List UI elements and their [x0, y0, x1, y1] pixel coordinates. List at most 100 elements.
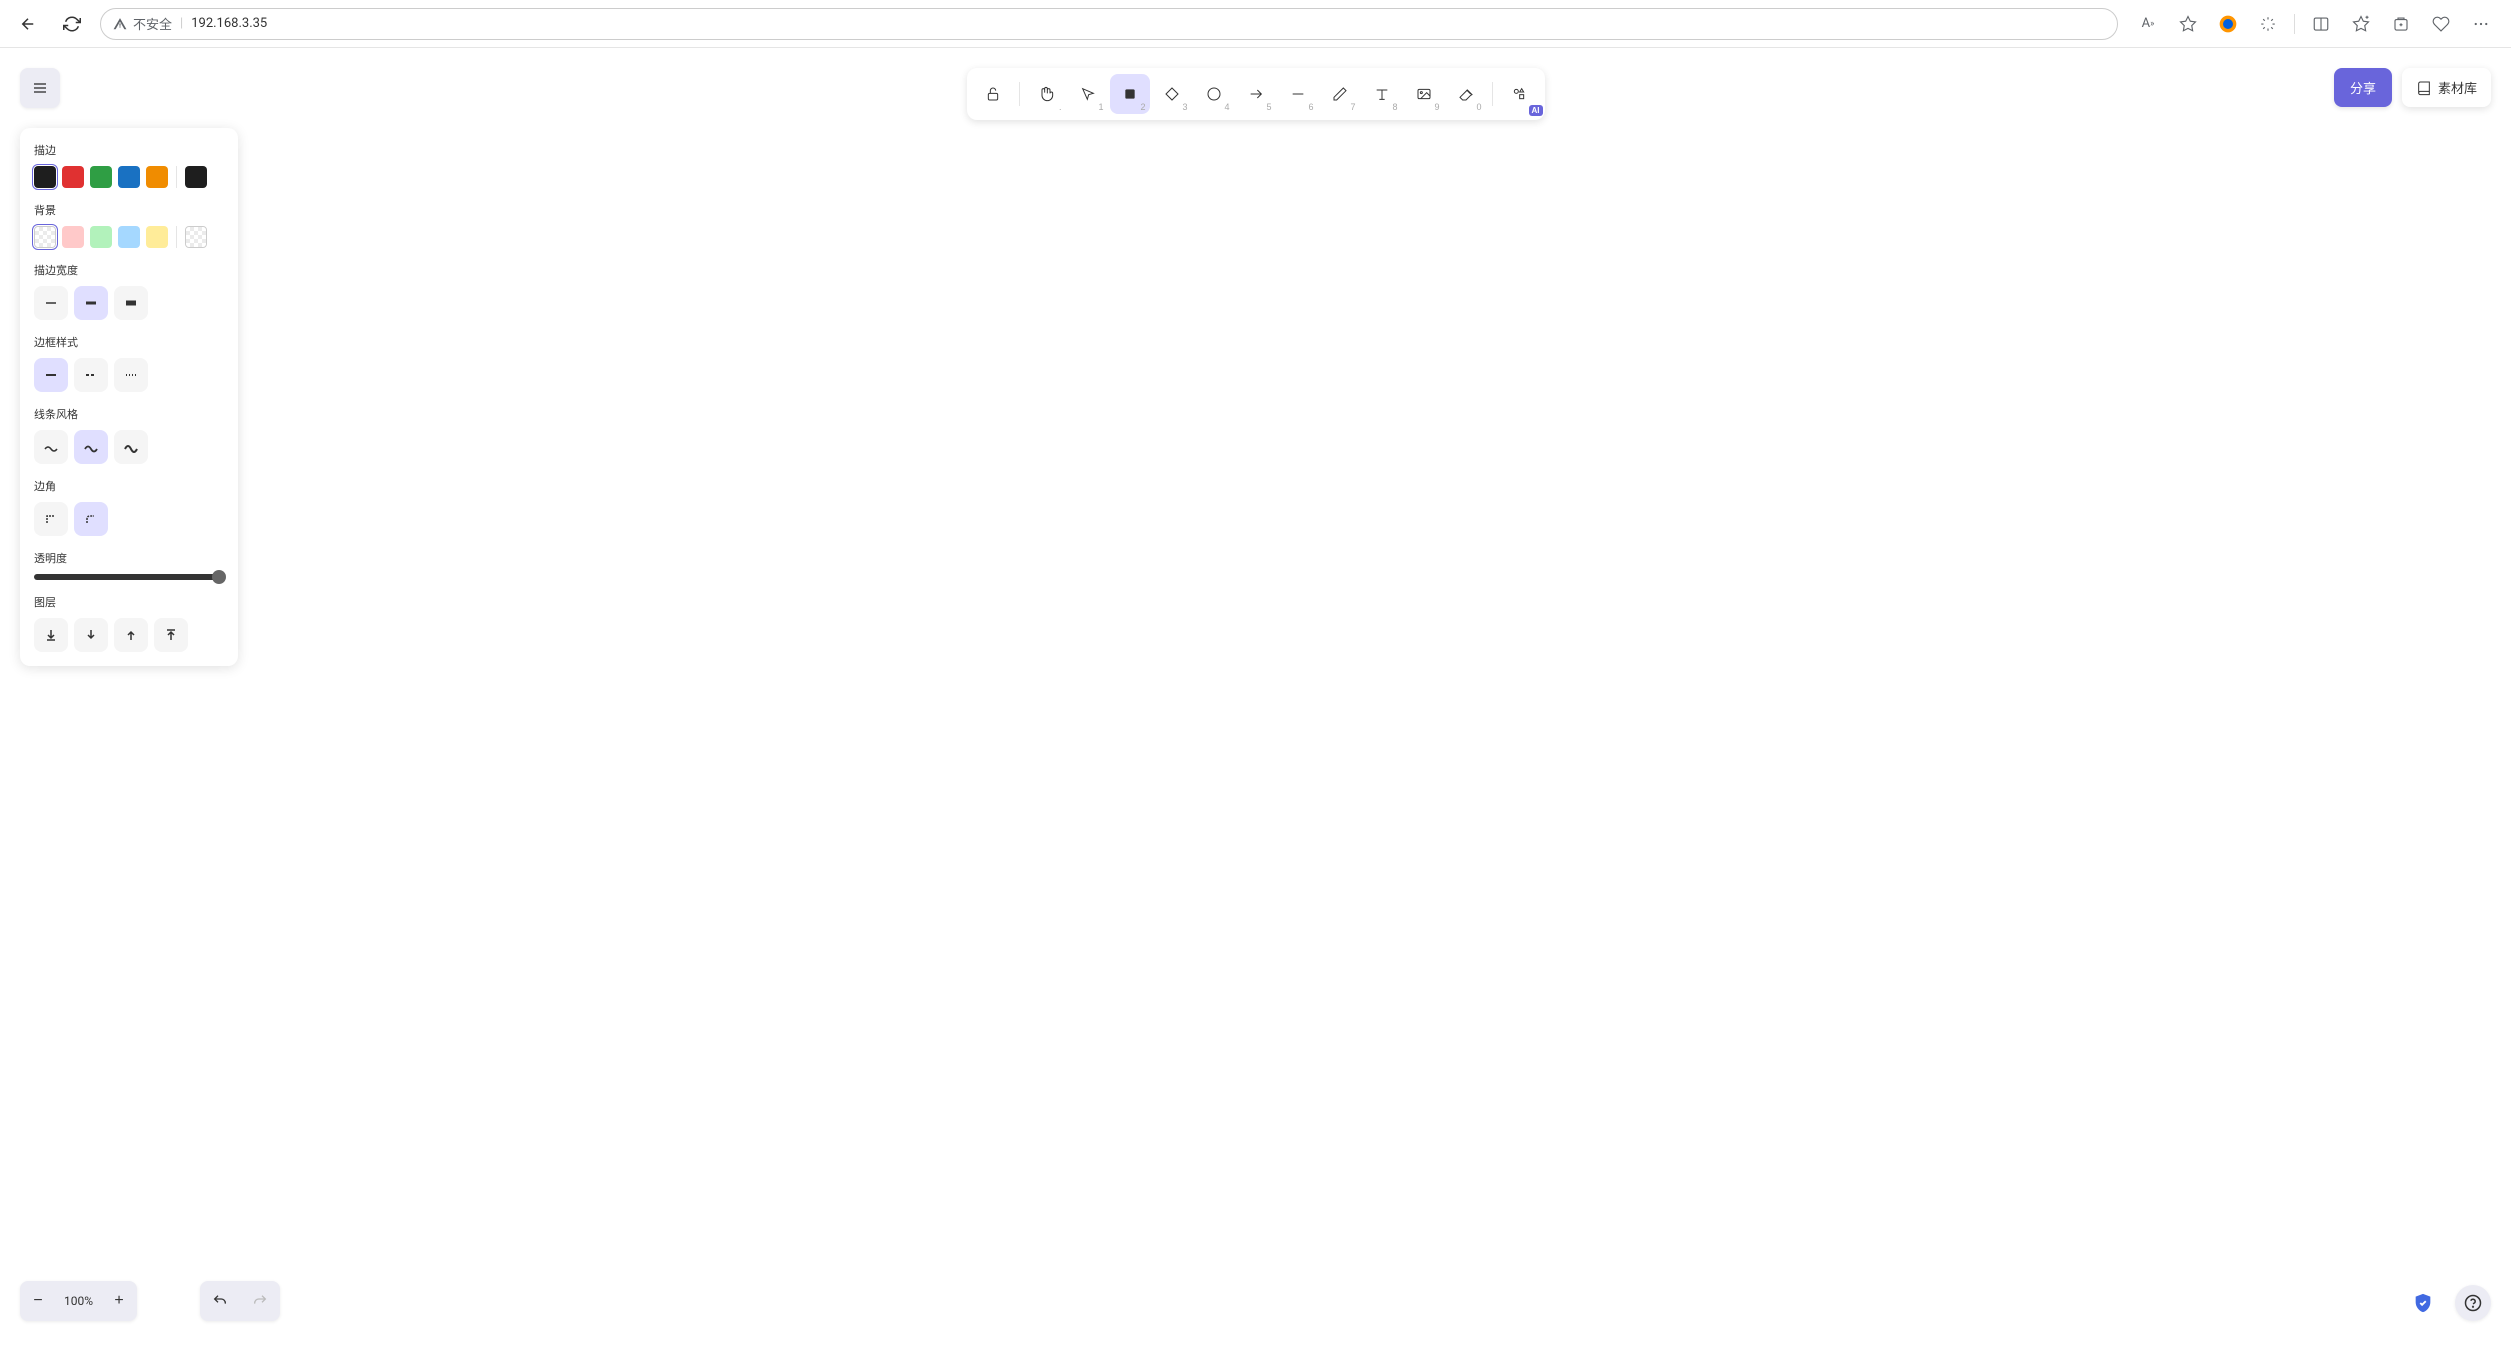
line-tool[interactable]: 6 [1278, 74, 1318, 114]
library-button[interactable]: 素材库 [2402, 68, 2491, 107]
bg-color-green[interactable] [90, 226, 112, 248]
zoom-out-button[interactable]: − [20, 1281, 56, 1321]
stroke-color-custom[interactable] [185, 166, 207, 188]
stroke-width-thin[interactable] [34, 286, 68, 320]
collections-button[interactable] [2383, 8, 2419, 40]
opacity-section: 透明度 [34, 550, 224, 580]
tool-index: 4 [1224, 102, 1229, 112]
edges-sharp[interactable] [34, 502, 68, 536]
image-tool[interactable]: 9 [1404, 74, 1444, 114]
sloppiness-cartoonist[interactable] [114, 430, 148, 464]
undo-button[interactable] [200, 1281, 240, 1321]
performance-button[interactable] [2423, 8, 2459, 40]
hand-tool[interactable]: . [1026, 74, 1066, 114]
split-view-button[interactable] [2303, 8, 2339, 40]
bg-color-custom[interactable] [185, 226, 207, 248]
eraser-tool[interactable]: 0 [1446, 74, 1486, 114]
more-button[interactable] [2463, 8, 2499, 40]
edges-round[interactable] [74, 502, 108, 536]
shape-rect-2[interactable] [812, 678, 982, 796]
browser-chrome: 不安全 | 192.168.3.35 A» [0, 0, 2511, 48]
stroke-section: 描边 [34, 142, 224, 188]
tool-index: 1 [1098, 102, 1103, 112]
stroke-style-dashed[interactable] [74, 358, 108, 392]
lock-tool[interactable] [973, 74, 1013, 114]
sloppiness-section: 线条风格 [34, 406, 224, 464]
browser-refresh-button[interactable] [56, 8, 88, 40]
edges-section: 边角 [34, 478, 224, 536]
diamond-tool[interactable]: 3 [1152, 74, 1192, 114]
copilot-button[interactable] [2250, 8, 2286, 40]
send-to-back-button[interactable] [34, 618, 68, 652]
top-right-controls: 分享 素材库 [2334, 68, 2491, 107]
shape-ellipse-2[interactable] [1616, 290, 1820, 450]
arrow-tool[interactable]: 5 [1236, 74, 1276, 114]
browser-right-controls: A» [2130, 8, 2499, 40]
stroke-color-red[interactable] [62, 166, 84, 188]
stroke-style-dotted[interactable] [114, 358, 148, 392]
sloppiness-artist[interactable] [74, 430, 108, 464]
redo-button[interactable] [240, 1281, 280, 1321]
stroke-style-solid[interactable] [34, 358, 68, 392]
bg-color-transparent[interactable] [34, 226, 56, 248]
main-menu-button[interactable] [20, 68, 60, 108]
bring-to-front-button[interactable] [154, 618, 188, 652]
square-icon [1122, 86, 1138, 102]
send-backward-button[interactable] [74, 618, 108, 652]
rectangle-tool[interactable]: 2 [1110, 74, 1150, 114]
shape-diamond[interactable] [975, 338, 1155, 408]
stroke-width-medium[interactable] [74, 286, 108, 320]
forward-icon [123, 627, 139, 643]
bg-color-pink[interactable] [62, 226, 84, 248]
sloppiness-architect[interactable] [34, 430, 68, 464]
sharp-corner-icon [43, 511, 59, 527]
security-indicator: 不安全 [113, 14, 172, 33]
firefox-icon[interactable] [2210, 8, 2246, 40]
more-tools[interactable]: AI [1499, 74, 1539, 114]
shape-line[interactable] [1368, 368, 1608, 373]
round-corner-icon [83, 511, 99, 527]
edges-label: 边角 [34, 478, 224, 494]
shape-arrow-1[interactable] [925, 428, 1060, 638]
separator [2294, 14, 2295, 34]
address-bar[interactable]: 不安全 | 192.168.3.35 [100, 8, 2118, 40]
stroke-color-orange[interactable] [146, 166, 168, 188]
opacity-slider[interactable] [34, 574, 224, 580]
selection-tool[interactable]: 1 [1068, 74, 1108, 114]
favorite-button[interactable] [2170, 8, 2206, 40]
shape-rect-1[interactable] [790, 343, 925, 413]
draw-tool[interactable]: 7 [1320, 74, 1360, 114]
shield-button[interactable] [2405, 1285, 2441, 1321]
favorites-bar-button[interactable] [2343, 8, 2379, 40]
cursor-icon [1080, 86, 1096, 102]
layers-section: 图层 [34, 594, 224, 652]
thick-line-icon [123, 295, 139, 311]
zoom-value[interactable]: 100% [56, 1294, 101, 1308]
solid-line-icon [43, 367, 59, 383]
help-button[interactable] [2455, 1285, 2491, 1321]
stroke-color-blue[interactable] [118, 166, 140, 188]
share-button[interactable]: 分享 [2334, 68, 2392, 107]
shape-ellipse-1[interactable] [1208, 300, 1368, 436]
bg-color-yellow[interactable] [146, 226, 168, 248]
ellipse-tool[interactable]: 4 [1194, 74, 1234, 114]
toolbar-separator [1019, 82, 1020, 106]
stroke-color-black[interactable] [34, 166, 56, 188]
zoom-in-button[interactable]: + [101, 1281, 137, 1321]
stroke-color-green[interactable] [90, 166, 112, 188]
url-divider: | [180, 16, 183, 31]
browser-back-button[interactable] [12, 8, 44, 40]
text-tool[interactable]: 8 [1362, 74, 1402, 114]
opacity-thumb[interactable] [212, 570, 226, 584]
shape-arrow-2[interactable] [995, 448, 1218, 728]
bg-color-blue[interactable] [118, 226, 140, 248]
image-icon [1416, 86, 1432, 102]
layers-label: 图层 [34, 594, 224, 610]
shapes-icon [1511, 86, 1527, 102]
stroke-width-thick[interactable] [114, 286, 148, 320]
font-size-indicator[interactable]: A» [2130, 8, 2166, 40]
bring-forward-button[interactable] [114, 618, 148, 652]
tool-index: 0 [1476, 102, 1481, 112]
canvas[interactable] [0, 48, 2511, 1341]
security-label: 不安全 [133, 14, 172, 33]
